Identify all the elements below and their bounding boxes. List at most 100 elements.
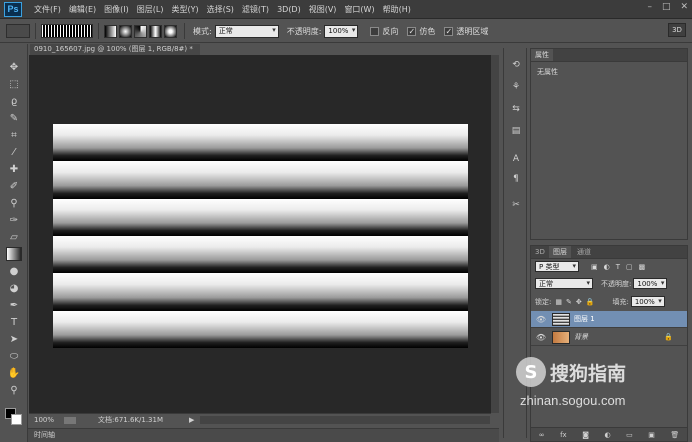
filter-shape-icon[interactable]: ▢ — [626, 263, 633, 271]
reflected-gradient-button[interactable] — [149, 24, 162, 38]
lasso-tool-icon[interactable]: ϱ — [6, 94, 22, 108]
dodge-tool-icon[interactable]: ◕ — [6, 281, 22, 295]
move-tool-icon[interactable]: ✥ — [6, 60, 22, 74]
crop-tool-icon[interactable]: ⌗ — [6, 128, 22, 142]
linear-gradient-button[interactable] — [104, 24, 117, 38]
filter-type-icon[interactable]: T — [616, 263, 620, 271]
menu-file[interactable]: 文件(F) — [30, 4, 65, 15]
layer-filter-row: P 类型 ▣ ◐ T ▢ ▩ — [535, 261, 645, 272]
menu-view[interactable]: 视图(V) — [305, 4, 341, 15]
swatches-panel-icon[interactable]: ⇆ — [508, 102, 524, 116]
styles-panel-icon[interactable]: ▤ — [508, 124, 524, 138]
brush-tool-icon[interactable]: ✐ — [6, 179, 22, 193]
filter-smart-icon[interactable]: ▩ — [639, 263, 646, 271]
dither-checkbox[interactable]: ✓ — [407, 26, 417, 36]
link-layers-icon[interactable]: ∞ — [539, 431, 545, 439]
gradient-stripe — [53, 236, 468, 274]
new-group-icon[interactable]: ▭ — [626, 431, 633, 439]
quick-select-tool-icon[interactable]: ✎ — [6, 111, 22, 125]
angle-gradient-button[interactable] — [134, 24, 147, 38]
vertical-scrollbar[interactable] — [491, 55, 499, 413]
lock-paint-icon[interactable]: ✎ — [566, 298, 572, 306]
timeline-tab[interactable]: 时间轴 — [28, 428, 499, 442]
filter-adjust-icon[interactable]: ◐ — [604, 263, 610, 271]
gradient-stripe — [53, 161, 468, 199]
paragraph-panel-icon[interactable]: ¶ — [508, 172, 524, 186]
tab-properties[interactable]: 属性 — [531, 49, 553, 61]
radial-gradient-button[interactable] — [119, 24, 132, 38]
menu-edit[interactable]: 编辑(E) — [65, 4, 100, 15]
stamp-tool-icon[interactable]: ⚲ — [6, 196, 22, 210]
history-panel-icon[interactable]: ⟲ — [508, 58, 524, 72]
layer-opacity-label: 不透明度: — [601, 279, 632, 288]
layer-filter-select[interactable]: P 类型 — [535, 261, 579, 272]
maximize-icon[interactable]: □ — [662, 2, 671, 12]
layer-name[interactable]: 背景 — [574, 332, 588, 342]
hand-tool-icon[interactable]: ✋ — [6, 366, 22, 380]
reverse-checkbox[interactable] — [370, 26, 380, 36]
blend-mode-select[interactable]: 正常 — [535, 278, 593, 289]
menu-select[interactable]: 选择(S) — [203, 4, 238, 15]
delete-layer-icon[interactable]: 🗑 — [670, 431, 679, 439]
marquee-tool-icon[interactable]: ⬚ — [6, 77, 22, 91]
minimize-icon[interactable]: – — [647, 2, 652, 12]
document-tab[interactable]: 0910_165607.jpg @ 100% (图层 1, RGB/8#) * — [30, 44, 200, 55]
mode-select[interactable]: 正常 — [214, 24, 279, 38]
tab-channels[interactable]: 通道 — [573, 246, 595, 258]
opacity-select[interactable]: 100% — [324, 24, 359, 38]
add-mask-icon[interactable]: ◙ — [582, 431, 589, 439]
menu-window[interactable]: 窗口(W) — [340, 4, 378, 15]
path-select-tool-icon[interactable]: ➤ — [6, 332, 22, 346]
history-brush-tool-icon[interactable]: ✑ — [6, 213, 22, 227]
options-bar: 模式: 正常 不透明度: 100% 反向 ✓ 仿色 ✓ 透明区域 3D — [0, 20, 692, 43]
diamond-gradient-button[interactable] — [164, 24, 177, 38]
image-canvas[interactable] — [53, 124, 468, 348]
tool-preset-picker[interactable] — [6, 24, 30, 38]
shape-tool-icon[interactable]: ⬭ — [6, 349, 22, 363]
healing-tool-icon[interactable]: ✚ — [6, 162, 22, 176]
menu-layer[interactable]: 图层(L) — [133, 4, 168, 15]
pen-tool-icon[interactable]: ✒ — [6, 298, 22, 312]
tab-3d[interactable]: 3D — [531, 246, 549, 258]
layer-row-background[interactable]: 👁 背景 🔒 — [531, 329, 687, 346]
zoom-tool-icon[interactable]: ⚲ — [6, 383, 22, 397]
menu-filter[interactable]: 滤镜(T) — [238, 4, 273, 15]
fill-select[interactable]: 100% — [630, 296, 665, 307]
layer-opacity-select[interactable]: 100% — [633, 278, 668, 289]
menu-image[interactable]: 图像(I) — [100, 4, 133, 15]
document-canvas-area[interactable] — [29, 55, 491, 413]
horizontal-scrollbar[interactable] — [200, 416, 490, 424]
menu-3d[interactable]: 3D(D) — [273, 5, 305, 14]
new-layer-icon[interactable]: ▣ — [648, 431, 655, 439]
lock-position-icon[interactable]: ✥ — [576, 298, 582, 306]
adjustments-panel-icon[interactable]: ⚘ — [508, 80, 524, 94]
close-icon[interactable]: ✕ — [680, 2, 688, 12]
lock-all-icon[interactable]: 🔒 — [586, 298, 595, 306]
gradient-tool-icon[interactable] — [6, 247, 22, 261]
menu-type[interactable]: 类型(Y) — [167, 4, 202, 15]
gradient-preview[interactable] — [41, 24, 93, 38]
visibility-eye-icon[interactable]: 👁 — [534, 315, 548, 324]
adjustment-layer-icon[interactable]: ◐ — [605, 431, 611, 439]
menu-help[interactable]: 帮助(H) — [379, 4, 415, 15]
tab-layers[interactable]: 图层 — [549, 246, 571, 258]
status-menu-arrow-icon[interactable]: ▶ — [189, 416, 194, 424]
blur-tool-icon[interactable]: ● — [6, 264, 22, 278]
background-color-swatch[interactable] — [11, 414, 22, 425]
tools-preset-panel-icon[interactable]: ✂ — [508, 198, 524, 212]
layer-name[interactable]: 图层 1 — [574, 314, 595, 324]
visibility-eye-icon[interactable]: 👁 — [534, 333, 548, 342]
filter-pixel-icon[interactable]: ▣ — [591, 263, 598, 271]
type-tool-icon[interactable]: T — [6, 315, 22, 329]
transparency-checkbox[interactable]: ✓ — [444, 26, 454, 36]
lock-transparent-icon[interactable]: ▦ — [555, 298, 562, 306]
background-thumbnail — [552, 330, 570, 344]
3d-mode-button[interactable]: 3D — [668, 23, 686, 37]
layer-row-1[interactable]: 👁 图层 1 — [531, 311, 687, 328]
eyedropper-tool-icon[interactable]: ⁄ — [6, 145, 22, 159]
eraser-tool-icon[interactable]: ▱ — [6, 230, 22, 244]
opacity-label: 不透明度: — [286, 26, 322, 36]
zoom-level[interactable]: 100% — [34, 416, 54, 424]
layer-style-icon[interactable]: fx — [560, 431, 567, 439]
character-panel-icon[interactable]: A — [508, 152, 524, 166]
